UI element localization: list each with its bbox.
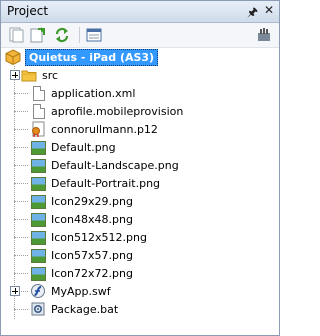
tree-item[interactable]: aprofile.mobileprovision xyxy=(30,102,183,120)
image-icon xyxy=(30,157,46,173)
tree-item[interactable]: Icon48x48.png xyxy=(30,210,133,228)
tree-item-label: Icon512x512.png xyxy=(51,230,147,244)
tree-guide-line xyxy=(14,219,28,220)
pin-icon[interactable]: 🖈 xyxy=(247,3,258,24)
panel-title: Project xyxy=(7,4,49,18)
tree-guide-line xyxy=(14,111,28,112)
tree-item[interactable]: Default-Portrait.png xyxy=(30,174,160,192)
tree-guide-line xyxy=(14,201,28,202)
tree-item[interactable]: Icon29x29.png xyxy=(30,192,133,210)
expand-toggle[interactable] xyxy=(10,286,20,296)
tree-item-label: connorullmann.p12 xyxy=(51,122,158,136)
tree-item[interactable]: Default-Landscape.png xyxy=(30,156,179,174)
tree-item-label: Default.png xyxy=(51,140,116,154)
image-icon xyxy=(30,211,46,227)
tree-item[interactable]: Default.png xyxy=(30,138,116,156)
tree-root[interactable]: Quietus - iPad (AS3) xyxy=(5,48,159,66)
certificate-icon xyxy=(32,121,45,137)
swf-icon xyxy=(31,284,45,298)
tree-item[interactable]: src xyxy=(21,66,58,84)
project-settings-icon[interactable] xyxy=(255,26,273,44)
tree-item-label: Icon29x29.png xyxy=(51,194,133,208)
image-icon xyxy=(30,193,46,209)
file-icon xyxy=(30,85,46,101)
tree-item[interactable]: MyApp.swf xyxy=(30,282,111,300)
tree-guide-line xyxy=(14,255,28,256)
tree-item-label: Default-Portrait.png xyxy=(51,176,161,190)
tree-item[interactable]: Icon512x512.png xyxy=(30,228,147,246)
tree-item[interactable]: Icon57x57.png xyxy=(30,246,133,264)
tree-guide-line xyxy=(14,66,15,319)
panel-toolbar xyxy=(1,23,279,48)
tree-item-label: Icon48x48.png xyxy=(51,212,133,226)
image-icon xyxy=(30,139,46,155)
tree-item[interactable]: application.xml xyxy=(30,84,135,102)
project-cube-icon xyxy=(5,49,21,65)
tree-item-label: Icon57x57.png xyxy=(51,248,133,262)
tree-guide-line xyxy=(14,147,28,148)
tree-item-label: aprofile.mobileprovision xyxy=(51,104,184,118)
image-icon xyxy=(30,247,46,263)
close-icon[interactable]: ✕ xyxy=(264,3,274,17)
tree-item-label: src xyxy=(42,68,59,82)
tree-guide-line xyxy=(14,237,28,238)
tree-item-label: Default-Landscape.png xyxy=(51,158,179,172)
image-icon xyxy=(30,265,46,281)
tree-guide-line xyxy=(14,129,28,130)
tree-guide-line xyxy=(14,93,28,94)
add-file-icon[interactable] xyxy=(29,26,47,44)
tree-item-label: Package.bat xyxy=(51,302,119,316)
folder-icon xyxy=(21,70,37,82)
panel-titlebar: Project 🖈 ✕ xyxy=(1,1,279,23)
image-icon xyxy=(30,175,46,191)
project-tree: Quietus - iPad (AS3) src application.xml a… xyxy=(1,48,279,335)
tree-item-label: Icon72x72.png xyxy=(51,266,133,280)
tree-item[interactable]: Package.bat xyxy=(30,300,118,318)
tree-item[interactable]: connorullmann.p12 xyxy=(30,120,158,138)
project-panel: Project 🖈 ✕ Quietus - iPad (AS3) src app… xyxy=(0,0,280,336)
tree-item[interactable]: Icon72x72.png xyxy=(30,264,133,282)
new-file-icon[interactable] xyxy=(7,26,25,44)
tree-guide-line xyxy=(14,273,28,274)
batch-file-icon xyxy=(31,302,45,316)
properties-icon[interactable] xyxy=(85,26,103,44)
root-label: Quietus - iPad (AS3) xyxy=(25,48,159,66)
tree-item-label: MyApp.swf xyxy=(51,284,111,298)
tree-item-label: application.xml xyxy=(51,86,136,100)
tree-guide-line xyxy=(14,165,28,166)
refresh-icon[interactable] xyxy=(53,26,71,44)
file-icon xyxy=(30,103,46,119)
tree-guide-line xyxy=(14,309,28,310)
image-icon xyxy=(30,229,46,245)
expand-toggle[interactable] xyxy=(10,70,20,80)
tree-guide-line xyxy=(14,183,28,184)
toolbar-separator xyxy=(79,27,80,43)
